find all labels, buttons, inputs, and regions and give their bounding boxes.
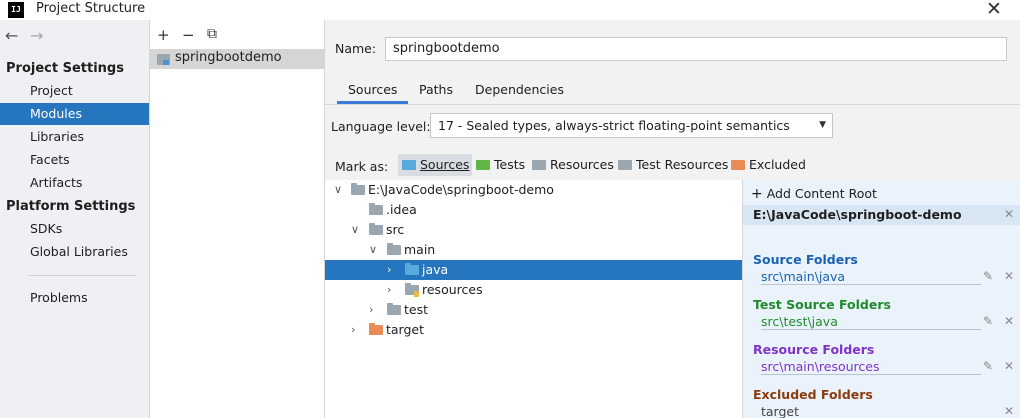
platform-settings-header: Platform Settings — [6, 199, 136, 214]
tab-dependencies[interactable]: Dependencies — [464, 82, 575, 104]
folder-icon — [387, 243, 401, 255]
resource-folder-icon — [532, 160, 546, 170]
mark-excluded-button[interactable]: Excluded — [727, 154, 809, 176]
remove-icon[interactable]: ✕ — [1004, 359, 1014, 373]
nav-item-libraries[interactable]: Libraries — [0, 126, 149, 148]
module-settings-panel: Name: springbootdemo Sources Paths Depen… — [325, 20, 1020, 418]
excluded-folder-icon — [731, 160, 745, 170]
tree-row-idea[interactable]: .idea — [325, 200, 742, 220]
nav-item-modules[interactable]: Modules — [0, 103, 149, 125]
nav-item-problems[interactable]: Problems — [0, 287, 149, 309]
folder-icon — [387, 303, 401, 315]
add-icon[interactable]: + — [157, 26, 170, 44]
chevron-right-icon[interactable]: › — [387, 260, 391, 280]
excluded-folder-icon — [369, 323, 383, 335]
remove-root-icon[interactable]: ✕ — [1004, 207, 1014, 221]
test-source-folders-header: Test Source Folders — [753, 297, 891, 312]
content-root-row[interactable]: E:\JavaCode\springboot-demo ✕ — [743, 205, 1020, 225]
mark-as-label: Mark as: — [335, 159, 389, 174]
tree-row-java[interactable]: › java — [325, 260, 742, 280]
nav-item-global-libraries[interactable]: Global Libraries — [0, 241, 149, 263]
name-label: Name: — [335, 41, 377, 56]
project-settings-header: Project Settings — [6, 61, 124, 76]
folder-tree: ∨ E:\JavaCode\springboot-demo .idea ∨ sr… — [325, 180, 742, 418]
test-source-folder-path: src\test\java — [761, 314, 981, 330]
forward-arrow-icon[interactable]: → — [30, 26, 43, 45]
remove-icon[interactable]: ✕ — [1004, 314, 1014, 328]
window-title: Project Structure — [36, 1, 146, 16]
tree-row-main[interactable]: ∨ main — [325, 240, 742, 260]
tree-row-target[interactable]: › target — [325, 320, 742, 340]
chevron-right-icon[interactable]: › — [369, 300, 373, 320]
chevron-down-icon[interactable]: ∨ — [351, 220, 359, 240]
intellij-icon: IJ — [8, 2, 24, 18]
source-folder-icon — [402, 160, 416, 170]
remove-icon[interactable]: − — [182, 26, 195, 44]
content-root-panel: + Add Content Root E:\JavaCode\springboo… — [742, 180, 1020, 418]
module-badge-icon — [163, 60, 169, 65]
nav-divider — [28, 275, 136, 276]
folder-icon — [369, 223, 383, 235]
source-folders-header: Source Folders — [753, 252, 858, 267]
mark-resources-button[interactable]: Resources — [528, 154, 617, 176]
copy-icon[interactable]: ⧉ — [207, 26, 217, 42]
module-row[interactable]: springbootdemo — [150, 49, 324, 69]
edit-icon[interactable]: ✎ — [983, 314, 993, 328]
title-bar: IJ Project Structure ✕ — [0, 0, 1020, 20]
dropdown-arrow-icon: ▼ — [819, 120, 826, 130]
content-root-path: E:\JavaCode\springboot-demo — [753, 207, 962, 222]
language-level-select[interactable]: 17 - Sealed types, always-strict floatin… — [430, 113, 833, 138]
module-name-input[interactable]: springbootdemo — [385, 37, 1007, 61]
remove-icon[interactable]: ✕ — [1004, 404, 1014, 418]
settings-sidebar: ← → Project Settings Project Modules Lib… — [0, 20, 150, 418]
chevron-down-icon[interactable]: ∨ — [334, 180, 342, 200]
excluded-folder-path: target — [761, 404, 981, 418]
chevron-down-icon[interactable]: ∨ — [369, 240, 377, 260]
nav-item-facets[interactable]: Facets — [0, 149, 149, 171]
module-list-panel: + − ⧉ springbootdemo — [150, 20, 325, 418]
chevron-right-icon[interactable]: › — [387, 280, 391, 300]
module-name: springbootdemo — [175, 50, 282, 65]
nav-item-artifacts[interactable]: Artifacts — [0, 172, 149, 194]
folder-icon — [369, 203, 383, 215]
excluded-folders-header: Excluded Folders — [753, 387, 873, 402]
resource-badge-icon — [414, 291, 419, 297]
tab-paths[interactable]: Paths — [408, 82, 464, 104]
tree-row-resources[interactable]: › resources — [325, 280, 742, 300]
add-icon: + — [751, 186, 763, 202]
edit-icon[interactable]: ✎ — [983, 359, 993, 373]
mark-test-resources-button[interactable]: Test Resources — [614, 154, 731, 176]
test-resource-folder-icon — [618, 160, 632, 170]
mark-sources-button[interactable]: Sources — [398, 154, 473, 176]
nav-item-sdks[interactable]: SDKs — [0, 218, 149, 240]
close-icon[interactable]: ✕ — [986, 0, 1002, 20]
folder-icon — [351, 183, 365, 195]
resource-folders-header: Resource Folders — [753, 342, 875, 357]
tree-row-test[interactable]: › test — [325, 300, 742, 320]
source-folder-icon — [405, 263, 419, 275]
back-arrow-icon[interactable]: ← — [5, 26, 18, 45]
tab-divider — [325, 104, 1020, 105]
language-level-value: 17 - Sealed types, always-strict floatin… — [438, 118, 790, 133]
mark-tests-button[interactable]: Tests — [472, 154, 528, 176]
nav-item-project[interactable]: Project — [0, 80, 149, 102]
language-level-label: Language level: — [331, 119, 431, 134]
remove-icon[interactable]: ✕ — [1004, 269, 1014, 283]
test-folder-icon — [476, 160, 490, 170]
tab-sources[interactable]: Sources — [337, 82, 409, 104]
source-folder-path: src\main\java — [761, 269, 981, 285]
add-content-root-button[interactable]: + Add Content Root — [751, 186, 877, 202]
tree-row-root[interactable]: ∨ E:\JavaCode\springboot-demo — [325, 180, 742, 200]
edit-icon[interactable]: ✎ — [983, 269, 993, 283]
chevron-right-icon[interactable]: › — [351, 320, 355, 340]
tree-row-src[interactable]: ∨ src — [325, 220, 742, 240]
resource-folder-path: src\main\resources — [761, 359, 981, 375]
